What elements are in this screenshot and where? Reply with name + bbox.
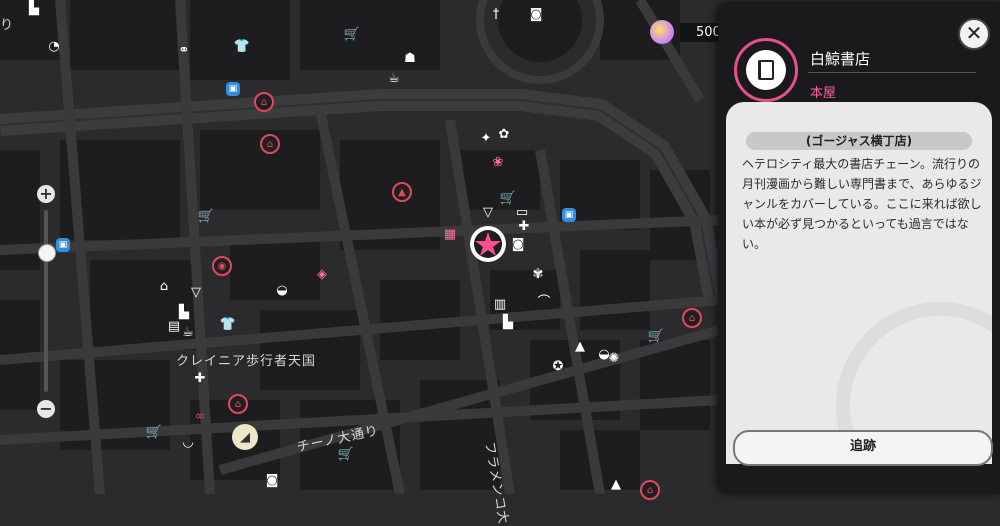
- cart-icon-6[interactable]: 🛒: [336, 444, 356, 464]
- camera-icon[interactable]: ◙: [526, 4, 546, 24]
- track-button[interactable]: 追跡: [733, 430, 993, 466]
- zoom-in-button[interactable]: +: [37, 185, 55, 203]
- atm-icon[interactable]: ◔: [44, 36, 64, 56]
- zoom-slider-knob[interactable]: [38, 244, 56, 262]
- shop-name: 白鯨書店: [810, 50, 871, 68]
- shop-badge: [734, 38, 798, 102]
- blue-shop-icon-2[interactable]: ▣: [562, 208, 576, 222]
- cow-icon[interactable]: ✺: [604, 348, 624, 368]
- red-marker-icon-5[interactable]: ⌂: [640, 480, 660, 500]
- cart-icon-4[interactable]: 🛒: [646, 326, 666, 346]
- ice-cream-icon[interactable]: ▽: [478, 202, 498, 222]
- red-marker-icon-3[interactable]: ⌂: [682, 308, 702, 328]
- figure-icon[interactable]: ☗: [400, 48, 420, 68]
- clothing-icon[interactable]: 👕: [232, 36, 252, 56]
- sofa-icon[interactable]: ⌂: [154, 276, 174, 296]
- cart-icon-3[interactable]: 🛒: [196, 206, 216, 226]
- hospital-icon[interactable]: ✚: [514, 216, 534, 236]
- tower-icon[interactable]: ▲: [392, 182, 412, 202]
- zoom-out-button[interactable]: −: [37, 400, 55, 418]
- cafe-icon-2[interactable]: ☕: [178, 322, 198, 342]
- description-card: (ゴージャス横丁店) ヘテロシティ最大の書店チェーン。流行りの月刊漫画から難しい…: [726, 102, 992, 464]
- pink-box-icon[interactable]: ◈: [312, 264, 332, 284]
- currency-icon: [650, 20, 674, 44]
- cafe-icon[interactable]: ☕: [384, 68, 404, 88]
- close-button[interactable]: ✕: [958, 18, 990, 50]
- burger-icon[interactable]: ◒: [272, 280, 292, 300]
- link-icon[interactable]: ∞: [190, 406, 210, 426]
- cart-icon-5[interactable]: 🛒: [144, 422, 164, 442]
- selected-poi-icon[interactable]: ◢: [232, 424, 258, 450]
- dog-icon[interactable]: ✦: [476, 128, 496, 148]
- pink-gift-icon[interactable]: ▦: [440, 224, 460, 244]
- flower-icon[interactable]: ✿: [494, 124, 514, 144]
- tshirt-icon[interactable]: 👕: [218, 314, 238, 334]
- pink-character-icon[interactable]: ❀: [488, 152, 508, 172]
- red-marker-icon-2[interactable]: ⌂: [260, 134, 280, 154]
- branch-label: (ゴージャス横丁店): [746, 132, 972, 150]
- building-icon-3[interactable]: ▙: [498, 312, 518, 332]
- candy-icon[interactable]: ⚭: [174, 40, 194, 60]
- red-marker-icon-4[interactable]: ⌂: [228, 394, 248, 414]
- shop-description: ヘテロシティ最大の書店チェーン。流行りの月刊漫画から難しい専門書まで、あらゆるジ…: [742, 157, 982, 251]
- player-marker-icon: [470, 226, 506, 262]
- bowl-icon[interactable]: ◡: [178, 432, 198, 452]
- cake-icon[interactable]: ▲: [570, 336, 590, 356]
- blue-shop-icon[interactable]: ▣: [226, 82, 240, 96]
- zoom-track[interactable]: [44, 210, 48, 392]
- noodle-icon[interactable]: ⌒: [534, 290, 554, 310]
- book-icon: [746, 50, 786, 90]
- street-label-edge: り: [0, 18, 15, 33]
- cat-icon[interactable]: ✾: [528, 264, 548, 284]
- camera-icon-2[interactable]: ◙: [508, 234, 528, 254]
- hospital-icon-2[interactable]: ✚: [190, 368, 210, 388]
- shopping-cart-icon[interactable]: 🛒: [342, 24, 362, 44]
- title-divider: [808, 72, 976, 73]
- shutter-icon[interactable]: ▥: [490, 294, 510, 314]
- cake-icon-2[interactable]: ▲: [606, 474, 626, 494]
- street-label-kreinia: クレイニア歩行者天国: [176, 354, 317, 369]
- blue-shop-icon-3[interactable]: ▣: [56, 238, 70, 252]
- statue-icon[interactable]: †: [486, 4, 506, 24]
- cctv-icon[interactable]: ◉: [212, 256, 232, 276]
- drink-icon[interactable]: ▽: [186, 282, 206, 302]
- shop-category: 本屋: [810, 86, 837, 101]
- group-icon[interactable]: ✪: [548, 356, 568, 376]
- camera-icon-3[interactable]: ◙: [262, 470, 282, 490]
- red-marker-icon[interactable]: ⌂: [254, 92, 274, 112]
- building-icon[interactable]: ▙: [24, 0, 44, 18]
